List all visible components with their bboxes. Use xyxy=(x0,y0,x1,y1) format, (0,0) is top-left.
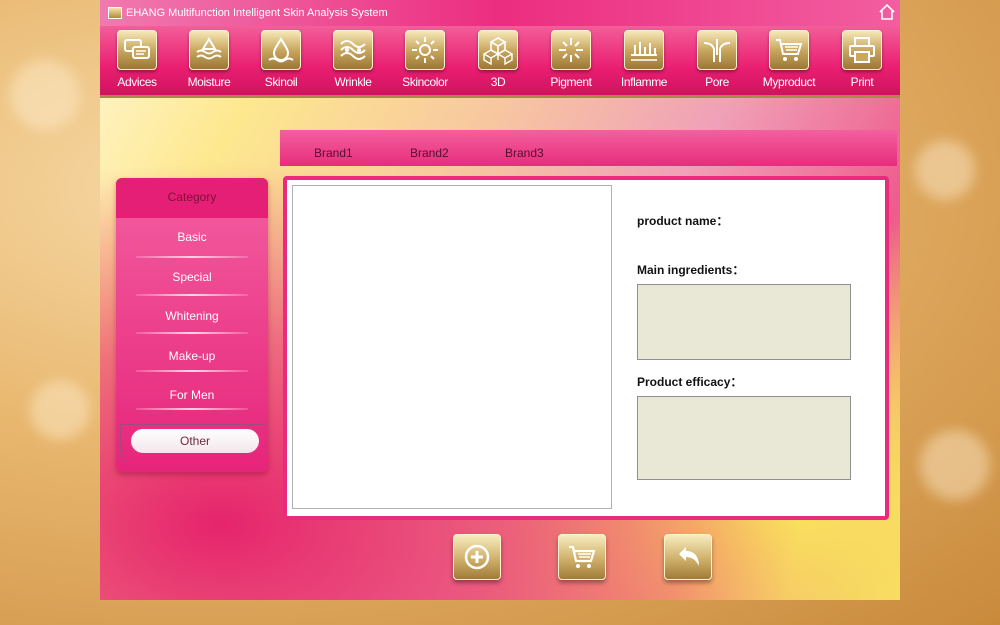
pore-icon xyxy=(703,39,731,62)
toolbar-label: Advices xyxy=(117,75,157,89)
category-other-label: Other xyxy=(131,429,259,453)
wrinkle-icon xyxy=(340,40,366,60)
app-logo-icon xyxy=(108,7,122,19)
toolbar-label: Skinoil xyxy=(264,75,298,89)
product-name-label: product name： xyxy=(637,214,729,228)
chat-bubbles-icon xyxy=(124,39,150,59)
toolbar-inflamme-button[interactable]: Inflamme xyxy=(608,30,680,94)
toolbar-moisture-button[interactable]: Moisture xyxy=(173,30,245,94)
window-title: EHANG Multifunction Intelligent Skin Ana… xyxy=(126,7,388,19)
back-button[interactable] xyxy=(664,534,712,580)
product-image-area xyxy=(292,185,612,509)
tab-brand3[interactable]: Brand3 xyxy=(505,146,544,160)
add-icon xyxy=(464,544,490,570)
divider xyxy=(136,332,248,334)
toolbar-label: Inflamme xyxy=(620,75,668,89)
category-basic[interactable]: Basic xyxy=(116,218,268,256)
divider xyxy=(136,408,248,410)
product-efficacy-label: Product efficacy： xyxy=(637,375,743,389)
category-sidebar: Category Basic Special Whitening Make-up… xyxy=(116,178,268,472)
oil-drop-icon xyxy=(268,37,294,63)
category-other[interactable]: Other xyxy=(120,424,266,458)
toolbar-wrinkle-button[interactable]: Wrinkle xyxy=(317,30,389,94)
back-arrow-icon xyxy=(679,547,699,566)
category-special[interactable]: Special xyxy=(116,258,268,296)
cubes-icon xyxy=(483,37,513,65)
toolbar-skincolor-button[interactable]: Skincolor xyxy=(389,30,461,94)
sun-icon xyxy=(412,37,438,63)
tab-brand1[interactable]: Brand1 xyxy=(314,146,353,160)
toolbar-skinoil-button[interactable]: Skinoil xyxy=(245,30,317,94)
divider xyxy=(136,370,248,372)
toolbar-3d-button[interactable]: 3D xyxy=(462,30,534,94)
toolbar-label: Pore xyxy=(705,75,729,89)
toolbar-pigment-button[interactable]: Pigment xyxy=(535,30,607,94)
toolbar-advices-button[interactable]: Advices xyxy=(101,30,173,94)
printer-icon xyxy=(849,37,875,63)
toolbar-label: Print xyxy=(850,75,874,89)
toolbar-label: Wrinkle xyxy=(334,75,372,89)
main-ingredients-box[interactable] xyxy=(637,284,851,360)
toolbar-label: Skincolor xyxy=(402,75,448,89)
main-toolbar: Advices Moisture Skinoil Wrinkle Skincol… xyxy=(100,26,900,98)
product-efficacy-box[interactable] xyxy=(637,396,851,480)
home-icon[interactable] xyxy=(878,3,896,21)
category-whitening[interactable]: Whitening xyxy=(116,297,268,335)
toolbar-label: Pigment xyxy=(550,75,592,89)
toolbar-print-button[interactable]: Print xyxy=(826,30,898,94)
tab-brand2[interactable]: Brand2 xyxy=(410,146,449,160)
divider xyxy=(136,294,248,296)
toolbar-label: Myproduct xyxy=(762,75,816,89)
toolbar-label: Moisture xyxy=(187,75,231,89)
main-ingredients-label: Main ingredients： xyxy=(637,263,745,277)
toolbar-myproduct-button[interactable]: Myproduct xyxy=(753,30,825,94)
inflammation-icon xyxy=(631,42,657,61)
title-bar: EHANG Multifunction Intelligent Skin Ana… xyxy=(100,0,900,26)
add-to-cart-button[interactable] xyxy=(558,534,606,580)
cart-icon xyxy=(569,545,596,568)
sparkle-icon xyxy=(559,38,583,62)
cart-icon xyxy=(776,39,803,61)
water-level-icon xyxy=(196,37,222,60)
add-product-button[interactable] xyxy=(453,534,501,580)
toolbar-pore-button[interactable]: Pore xyxy=(681,30,753,94)
brand-tab-bar: Brand1 Brand2 Brand3 xyxy=(280,130,897,166)
app-window: EHANG Multifunction Intelligent Skin Ana… xyxy=(100,0,900,600)
product-detail-panel: product name： Main ingredients： Product … xyxy=(283,176,889,520)
toolbar-label: 3D xyxy=(490,75,506,89)
category-header: Category xyxy=(116,178,268,218)
